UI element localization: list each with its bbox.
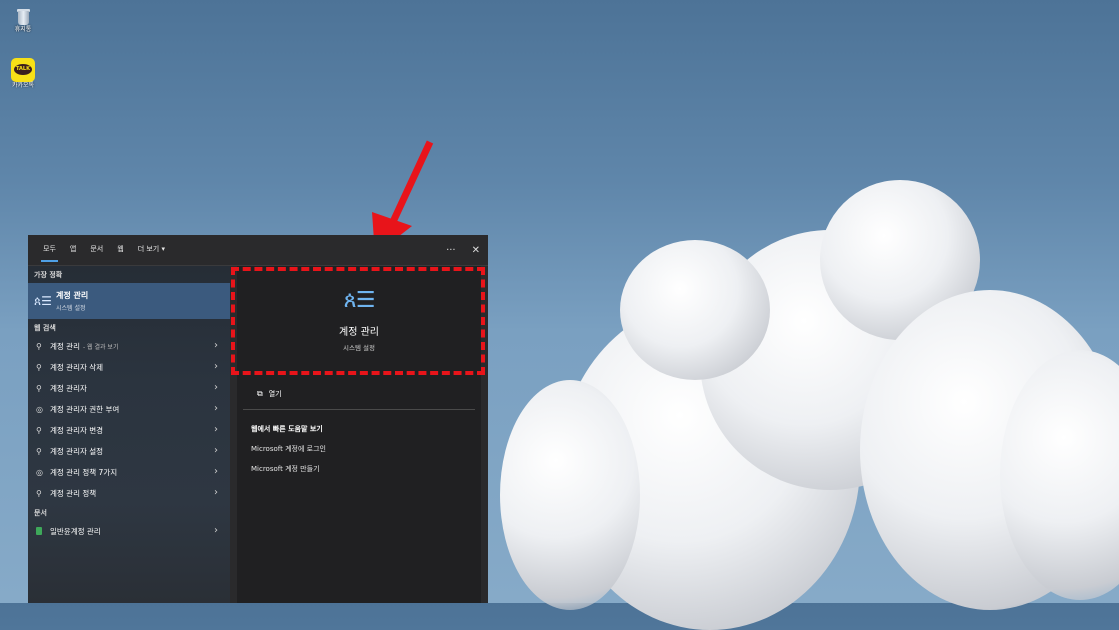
web-help-link[interactable]: Microsoft 계정에 로그인 xyxy=(237,434,481,454)
chevron-right-icon: › xyxy=(214,525,218,536)
search-icon: ⚲ xyxy=(36,426,42,435)
best-match-header: 가장 정확 xyxy=(34,271,63,279)
documents-header: 문서 xyxy=(34,509,47,517)
web-help-link[interactable]: Microsoft 계정 만들기 xyxy=(237,454,481,474)
best-match-item[interactable]: ጰ☰ 계정 관리 시스템 설정 xyxy=(28,283,230,319)
tab-web[interactable]: 웹 xyxy=(110,235,130,265)
tab-all[interactable]: 모두 xyxy=(36,235,63,265)
open-icon: ⧉ xyxy=(257,388,263,398)
web-search-header: 웹 검색 xyxy=(34,324,56,332)
highlight-box-annotation xyxy=(231,267,485,375)
more-options-icon[interactable]: ··· xyxy=(438,245,464,256)
chevron-right-icon: › xyxy=(214,361,218,372)
web-result-item[interactable]: ⚲ 계정 관리 - 웹 결과 보기 › xyxy=(28,336,230,357)
web-page-icon: ◎ xyxy=(36,405,43,414)
document-result-item[interactable]: 일반윤계정 관리 › xyxy=(28,521,230,542)
tab-apps[interactable]: 앱 xyxy=(63,235,83,265)
results-list: 가장 정확 ጰ☰ 계정 관리 시스템 설정 웹 검색 ⚲ 계정 관리 - 웹 결과 … xyxy=(28,266,230,603)
search-icon: ⚲ xyxy=(36,342,42,351)
chevron-right-icon: › xyxy=(214,445,218,456)
web-result-item[interactable]: ⚲ 계정 관리자 변경 › xyxy=(28,420,230,441)
web-help-header: 웹에서 빠른 도움말 보기 xyxy=(251,425,323,433)
chevron-right-icon: › xyxy=(214,340,218,351)
close-icon[interactable]: ✕ xyxy=(464,245,488,256)
tab-documents[interactable]: 문서 xyxy=(83,235,110,265)
search-icon: ⚲ xyxy=(36,363,42,372)
best-match-title: 계정 관리 xyxy=(56,291,89,300)
search-icon: ⚲ xyxy=(36,489,42,498)
web-result-item[interactable]: ⚲ 계정 관리자 설정 › xyxy=(28,441,230,462)
chevron-right-icon: › xyxy=(214,403,218,414)
chevron-right-icon: › xyxy=(214,487,218,498)
web-result-item[interactable]: ◎ 계정 관리자 권한 부여 › xyxy=(28,399,230,420)
tab-more[interactable]: 더 보기 ▾ xyxy=(131,235,172,265)
search-tabs: 모두 앱 문서 웹 더 보기 ▾ ··· ✕ xyxy=(28,235,488,266)
account-settings-icon: ጰ☰ xyxy=(34,293,52,308)
web-result-item[interactable]: ⚲ 계정 관리자 › xyxy=(28,378,230,399)
search-icon: ⚲ xyxy=(36,384,42,393)
web-result-item[interactable]: ◎ 계정 관리 정책 7가지 › xyxy=(28,462,230,483)
chevron-right-icon: › xyxy=(214,466,218,477)
web-result-item[interactable]: ⚲ 계정 관리자 삭제 › xyxy=(28,357,230,378)
chevron-right-icon: › xyxy=(214,382,218,393)
best-match-subtitle: 시스템 설정 xyxy=(56,305,86,312)
chevron-right-icon: › xyxy=(214,424,218,435)
web-result-item[interactable]: ⚲ 계정 관리 정책 › xyxy=(28,483,230,504)
open-action[interactable]: ⧉ 열기 xyxy=(243,378,475,410)
search-icon: ⚲ xyxy=(36,447,42,456)
spreadsheet-file-icon xyxy=(36,526,50,537)
web-page-icon: ◎ xyxy=(36,468,43,477)
